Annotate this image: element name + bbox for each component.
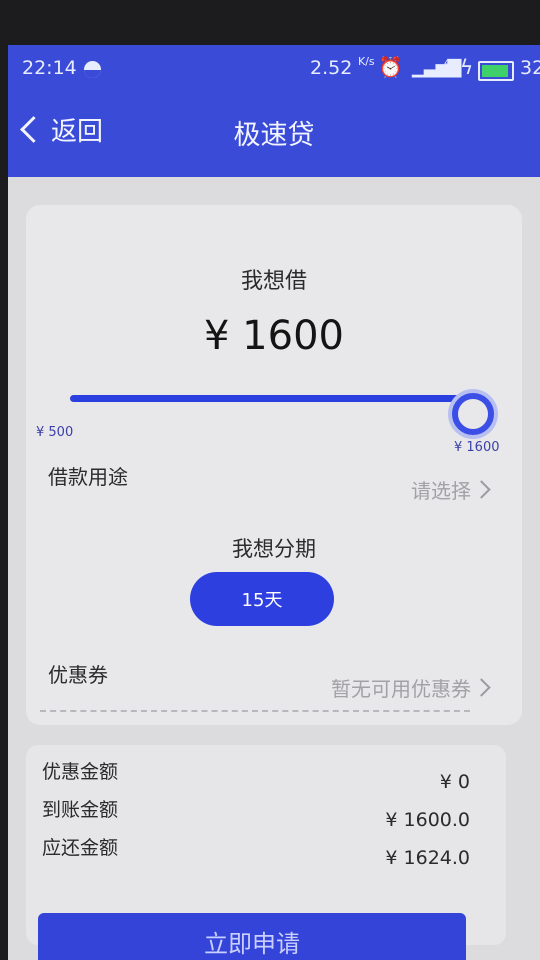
- status-net-speed: 2.52: [310, 57, 353, 79]
- charging-icon: ϟ: [460, 55, 474, 79]
- coupon-value: 暂无可用优惠券: [331, 677, 471, 701]
- dashed-divider: [40, 710, 470, 712]
- slider-max-label: ¥ 1600: [454, 440, 500, 455]
- repay-value: ¥ 1624.0: [385, 847, 470, 869]
- purpose-value: 请选择: [411, 479, 471, 503]
- slider-min-label: ¥ 500: [36, 425, 74, 440]
- loan-amount: ¥ 1600: [204, 313, 344, 359]
- want-borrow-label: 我想借: [240, 269, 307, 294]
- status-net-unit: K/s: [358, 55, 375, 68]
- status-indicator-icon: [84, 61, 101, 78]
- status-time: 22:14: [22, 57, 77, 79]
- page-title: 极速贷: [233, 120, 315, 151]
- chevron-right-icon: [472, 480, 491, 499]
- phone-screen: 22:14 2.52 K/s ⏰ ▁▃▅▇ 4G ϟ 32 返回 极速贷 我想借…: [8, 45, 540, 960]
- apply-button[interactable]: 立即申请: [38, 913, 466, 960]
- amount-slider-handle[interactable]: [452, 393, 494, 435]
- repay-label: 应还金额: [42, 837, 119, 859]
- amount-slider-track[interactable]: [70, 395, 460, 402]
- battery-level: 32: [520, 57, 540, 79]
- nav-bar: 返回 极速贷: [8, 89, 540, 177]
- discount-label: 优惠金额: [42, 761, 119, 783]
- alarm-icon: ⏰: [378, 55, 403, 79]
- status-network-type: 4G: [444, 58, 459, 69]
- purpose-label: 借款用途: [48, 465, 128, 489]
- status-bar: 22:14 2.52 K/s ⏰ ▁▃▅▇ 4G ϟ 32: [8, 45, 540, 89]
- discount-value: ¥ 0: [439, 771, 470, 793]
- coupon-selector[interactable]: 暂无可用优惠券: [331, 673, 491, 702]
- chevron-right-icon: [472, 678, 491, 697]
- battery-icon: [478, 61, 514, 81]
- coupon-label: 优惠券: [48, 663, 108, 687]
- period-option-button[interactable]: 15天: [190, 572, 334, 626]
- received-value: ¥ 1600.0: [385, 809, 470, 831]
- received-label: 到账金额: [42, 799, 119, 821]
- period-label: 我想分期: [232, 537, 316, 561]
- purpose-selector[interactable]: 请选择: [411, 475, 491, 504]
